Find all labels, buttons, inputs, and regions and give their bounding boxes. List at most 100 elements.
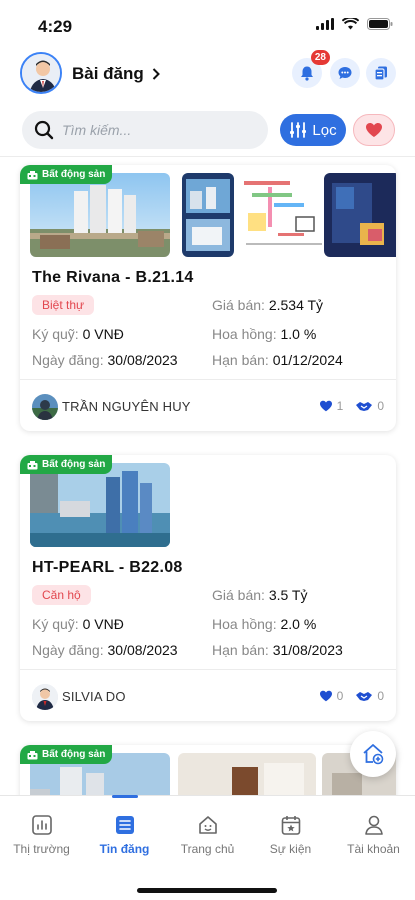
property-type-chip: Biệt thự — [32, 295, 95, 315]
price-value: 3.5 Tỷ — [268, 587, 308, 603]
card-stats: 0 0 — [319, 689, 384, 703]
tab-listings[interactable]: Tin đăng — [83, 814, 166, 856]
page-title[interactable]: Bài đăng — [72, 64, 160, 84]
price-field: Giá bán: 3.5 Tỷ — [212, 587, 307, 603]
home-indicator — [137, 888, 277, 893]
listing-photo[interactable] — [182, 173, 234, 257]
listing-title[interactable]: The Rivana - B.21.14 — [32, 269, 194, 287]
notification-badge: 28 — [310, 50, 330, 65]
tab-label: Sự kiện — [269, 842, 312, 856]
listing-title[interactable]: HT-PEARL - B22.08 — [32, 559, 183, 577]
tab-home[interactable]: Trang chủ — [166, 814, 249, 856]
list-icon — [115, 816, 134, 834]
commission-field: Hoa hồng: 1.0 % — [212, 326, 316, 342]
search-row: Lọc — [0, 111, 415, 151]
handshake-icon[interactable] — [355, 400, 373, 412]
price-label: Giá bán: — [212, 297, 265, 313]
filter-button[interactable]: Lọc — [280, 114, 346, 146]
agent-avatar[interactable] — [32, 394, 58, 420]
commission-value: 1.0 % — [280, 326, 317, 342]
heart-icon[interactable] — [319, 400, 333, 412]
posted-date-value: 30/08/2023 — [107, 642, 178, 658]
posted-date-label: Ngày đăng: — [32, 352, 104, 368]
category-tag-label: Bất động sản — [42, 169, 106, 180]
avatar[interactable] — [20, 52, 62, 94]
notifications-button[interactable]: 28 — [292, 50, 330, 88]
heart-icon — [366, 123, 382, 137]
home-face-icon — [198, 816, 217, 834]
listing-photo[interactable] — [238, 173, 330, 257]
card-stats: 1 0 — [319, 399, 384, 413]
likes-count: 1 — [336, 399, 344, 413]
commission-field: Hoa hồng: 2.0 % — [212, 616, 316, 632]
tab-account[interactable]: Tài khoản — [332, 814, 415, 856]
status-time: 4:29 — [38, 17, 73, 36]
chevron-right-icon — [152, 68, 160, 80]
listing-photo[interactable] — [30, 463, 170, 547]
active-tab-indicator — [112, 795, 138, 798]
deposit-field: Ký quỹ: 0 VNĐ — [32, 616, 124, 632]
filter-label: Lọc — [312, 121, 337, 139]
building-icon — [27, 750, 38, 759]
building-icon — [27, 460, 38, 469]
category-tag: Bất động sản — [20, 165, 113, 184]
tab-market[interactable]: Thị trường — [0, 814, 83, 856]
commission-value: 2.0 % — [280, 616, 317, 632]
posted-date-field: Ngày đăng: 30/08/2023 — [32, 352, 178, 368]
search-input[interactable] — [62, 122, 242, 138]
agent-name[interactable]: TRẦN NGUYÊN HUY — [62, 399, 191, 414]
tab-label: Tài khoản — [347, 842, 400, 856]
search-bar[interactable] — [22, 111, 268, 149]
sliders-icon — [290, 122, 307, 138]
header: Bài đăng 28 — [0, 50, 415, 98]
status-bar: 4:29 — [0, 0, 415, 50]
signal-icon — [316, 18, 334, 30]
status-icons — [316, 18, 393, 30]
card-footer: TRẦN NGUYÊN HUY 1 0 — [20, 379, 396, 431]
category-tag: Bất động sản — [20, 745, 113, 764]
deposit-field: Ký quỹ: 0 VNĐ — [32, 326, 124, 342]
category-tag-label: Bất động sản — [42, 459, 106, 470]
posted-date-field: Ngày đăng: 30/08/2023 — [32, 642, 178, 658]
add-home-icon — [363, 744, 384, 765]
battery-icon — [367, 18, 393, 30]
add-listing-button[interactable] — [350, 731, 396, 777]
listing-photo[interactable] — [324, 173, 396, 257]
tab-events[interactable]: Sự kiện — [249, 814, 332, 856]
deposit-label: Ký quỹ: — [32, 326, 79, 342]
deadline-value: 01/12/2024 — [272, 352, 343, 368]
favorites-button[interactable] — [353, 114, 395, 146]
agent-photo-icon — [32, 684, 58, 710]
chart-icon — [31, 815, 52, 835]
documents-button[interactable] — [366, 58, 396, 88]
page-title-label: Bài đăng — [72, 64, 144, 83]
agent-avatar[interactable] — [32, 684, 58, 710]
listing-card[interactable]: Bất động sản The Rivana - B.21.14 Biệt t… — [20, 165, 396, 431]
search-icon — [34, 120, 54, 140]
commission-label: Hoa hồng: — [212, 326, 277, 342]
deadline-label: Hạn bán: — [212, 352, 269, 368]
property-type-chip: Căn hộ — [32, 585, 91, 605]
tab-label: Tin đăng — [99, 842, 150, 856]
copy-icon — [374, 66, 387, 81]
deadline-field: Hạn bán: 01/12/2024 — [212, 352, 343, 368]
listing-photo[interactable] — [30, 173, 170, 257]
deposit-value: 0 VNĐ — [82, 326, 124, 342]
deposit-value: 0 VNĐ — [82, 616, 124, 632]
bell-icon — [301, 66, 313, 81]
messages-button[interactable] — [330, 58, 360, 88]
posted-date-value: 30/08/2023 — [107, 352, 178, 368]
agent-name[interactable]: SILVIA DO — [62, 689, 126, 704]
handshake-icon[interactable] — [355, 690, 373, 702]
likes-count: 0 — [336, 689, 344, 703]
heart-icon[interactable] — [319, 690, 333, 702]
calendar-star-icon — [281, 816, 300, 835]
deadline-value: 31/08/2023 — [272, 642, 343, 658]
card-footer: SILVIA DO 0 0 — [20, 669, 396, 721]
agent-photo-icon — [32, 394, 58, 420]
posted-date-label: Ngày đăng: — [32, 642, 104, 658]
listing-card[interactable]: Bất động sản HT-PEARL - B22.08 Căn hộ Gi… — [20, 455, 396, 721]
bottom-tab-bar: Thị trường Tin đăng Trang chủ Sự kiện Tà… — [0, 795, 415, 900]
deadline-field: Hạn bán: 31/08/2023 — [212, 642, 343, 658]
deposit-label: Ký quỹ: — [32, 616, 79, 632]
